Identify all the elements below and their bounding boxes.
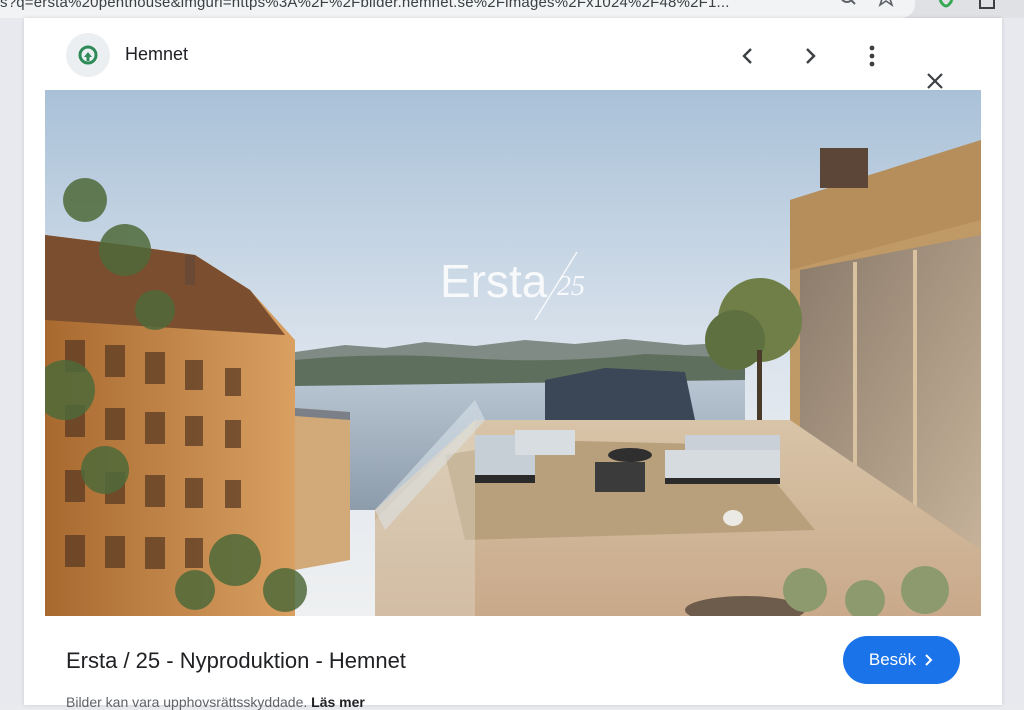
chevron-right-icon — [925, 654, 933, 666]
source-name[interactable]: Hemnet — [125, 44, 188, 65]
browser-toolbar: s?q=ersta%20penthouse&imgurl=https%3A%2F… — [0, 0, 1024, 18]
address-bar-url: s?q=ersta%20penthouse&imgurl=https%3A%2F… — [0, 0, 730, 11]
previous-button[interactable] — [732, 40, 764, 72]
more-options-button[interactable] — [856, 40, 888, 72]
image-viewer-panel: Hemnet Ersta 25 Ersta / 25 - Nyproduktio… — [24, 18, 1002, 710]
close-icon — [927, 73, 943, 89]
image-overlay-text: Ersta — [440, 255, 548, 307]
copyright-notice: Bilder kan vara upphovsrättsskyddade. Lä… — [66, 694, 365, 710]
hemnet-logo-icon — [78, 45, 98, 65]
copyright-text: Bilder kan vara upphovsrättsskyddade. — [66, 694, 312, 710]
window-icon[interactable] — [978, 0, 996, 12]
source-logo[interactable] — [66, 33, 110, 77]
more-vert-icon — [869, 45, 875, 67]
learn-more-link[interactable]: Läs mer — [311, 694, 365, 710]
address-bar[interactable]: s?q=ersta%20penthouse&imgurl=https%3A%2F… — [0, 0, 915, 18]
zoom-icon[interactable] — [838, 0, 858, 10]
chevron-right-icon — [806, 48, 816, 64]
next-button[interactable] — [794, 40, 826, 72]
bookmark-star-icon[interactable] — [876, 0, 896, 10]
result-title[interactable]: Ersta / 25 - Nyproduktion - Hemnet — [66, 648, 406, 674]
page-background-right — [1002, 18, 1024, 705]
image-overlay-number: 25 — [557, 271, 585, 302]
main-image[interactable]: Ersta 25 — [45, 90, 981, 616]
extension-icon[interactable] — [938, 0, 954, 14]
property-photo: Ersta 25 — [45, 90, 981, 616]
page-background-left — [0, 18, 24, 705]
visit-button-label: Besök — [868, 650, 917, 669]
visit-button[interactable]: Besök — [843, 636, 960, 684]
chevron-left-icon — [742, 48, 752, 64]
